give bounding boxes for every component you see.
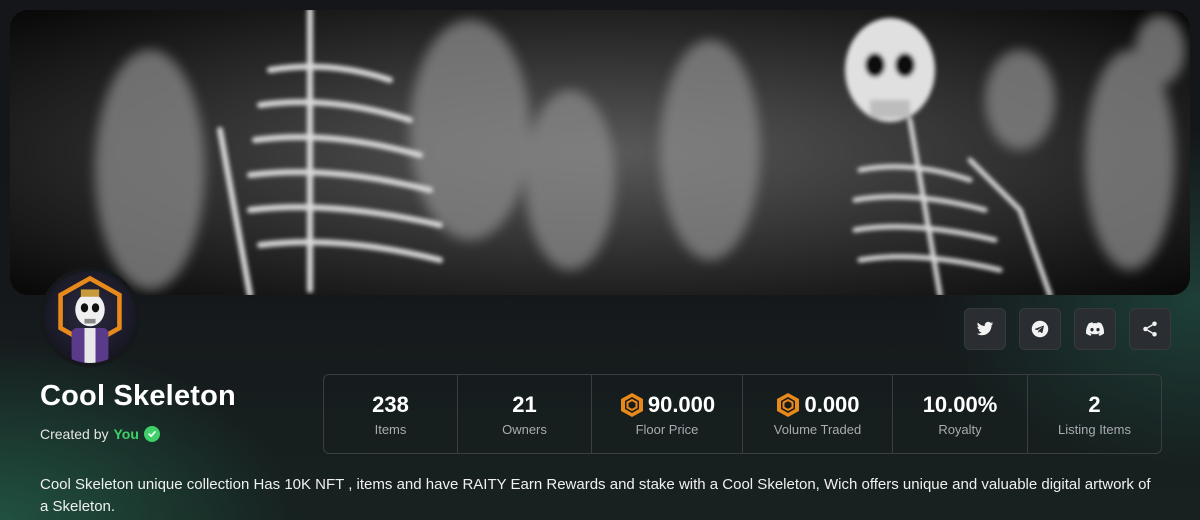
twitter-button[interactable] [964,308,1006,350]
collection-banner [10,10,1190,295]
telegram-icon [1031,320,1049,338]
stat-items: 238 Items [324,375,458,453]
creator-line: Created by You [40,426,160,442]
stat-listing-items: 2 Listing Items [1028,375,1161,453]
share-icon [1143,321,1157,337]
stat-value: 0.000 [804,391,860,417]
collection-description: Cool Skeleton unique collection Has 10K … [40,476,1151,515]
stat-label: Items [374,421,407,437]
coin-icon [777,392,800,417]
stat-label: Listing Items [1058,421,1131,437]
stat-floor-price: 90.000 Floor Price [592,375,743,453]
stat-label: Royalty [938,421,982,437]
stat-label: Owners [502,421,547,437]
coin-icon [620,392,643,417]
telegram-button[interactable] [1019,308,1061,350]
stat-volume-traded: 0.000 Volume Traded [743,375,893,453]
stat-owners: 21 Owners [458,375,592,453]
stat-value: 10.00% [922,391,998,417]
stat-value: 90.000 [647,391,716,417]
discord-button[interactable] [1074,308,1116,350]
discord-icon [1086,322,1104,336]
stat-label: Volume Traded [773,421,862,437]
skeleton-avatar-image [58,275,122,363]
created-by-label: Created by [40,426,109,442]
stat-value: 2 [1088,391,1101,417]
share-button[interactable] [1129,308,1171,350]
collection-avatar [40,267,140,367]
stat-value: 21 [512,391,537,417]
creator-link[interactable]: You [113,426,138,442]
social-links [964,308,1171,350]
twitter-icon [976,321,994,336]
collection-title: Cool Skeleton [40,380,236,412]
stat-value: 238 [372,391,409,417]
stat-royalty: 10.00% Royalty [893,375,1028,453]
stat-label: Floor Price [635,421,699,437]
verified-badge-icon [143,426,160,442]
banner-image [10,10,1190,295]
collection-stats: 238 Items 21 Owners 90.000 Floor Price 0… [323,374,1162,454]
